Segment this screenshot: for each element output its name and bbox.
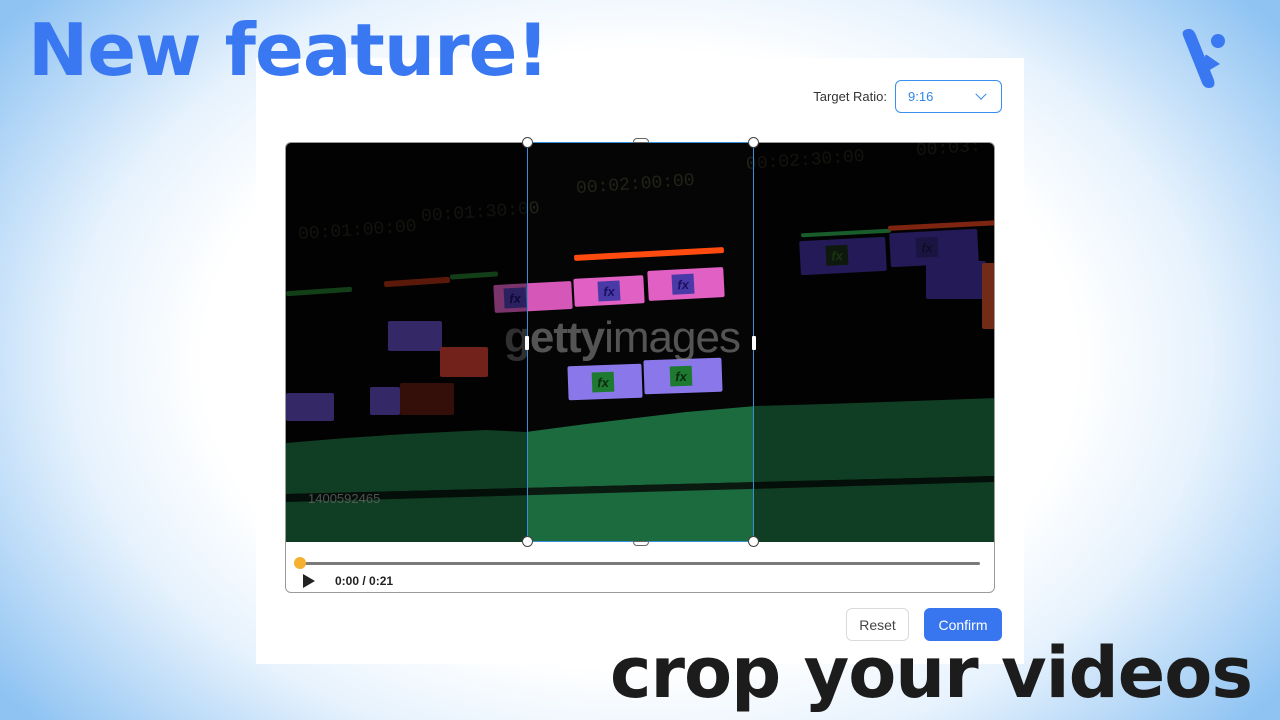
- seek-bar[interactable]: [300, 562, 980, 565]
- brand-logo-icon: [1182, 28, 1225, 88]
- player-controls: 0:00 / 0:21: [286, 542, 994, 592]
- crop-handle-right[interactable]: [752, 336, 756, 350]
- crop-handle-top[interactable]: [633, 138, 649, 143]
- target-ratio-select[interactable]: 9:16: [895, 80, 1002, 113]
- crop-handle-bottom-right[interactable]: [748, 536, 759, 547]
- time-display: 0:00 / 0:21: [335, 574, 394, 588]
- headline: New feature!: [28, 8, 549, 92]
- crop-handle-left[interactable]: [525, 336, 529, 350]
- target-ratio-value: 9:16: [908, 89, 934, 104]
- seek-thumb[interactable]: [294, 557, 306, 569]
- crop-region[interactable]: [522, 137, 759, 547]
- chevron-down-icon: [975, 88, 987, 100]
- crop-handle-top-right[interactable]: [748, 137, 759, 148]
- crop-dim-left: [286, 143, 527, 542]
- target-ratio-row: Target Ratio: 9:16: [813, 80, 1002, 113]
- crop-dim-right: [754, 143, 994, 542]
- crop-handle-bottom-left[interactable]: [522, 536, 533, 547]
- play-icon[interactable]: [303, 574, 315, 588]
- crop-handle-bottom[interactable]: [633, 541, 649, 546]
- crop-handle-top-left[interactable]: [522, 137, 533, 148]
- target-ratio-label: Target Ratio:: [813, 89, 887, 104]
- crop-dialog: Target Ratio: 9:16 00:01:00:00 00:01:30:…: [256, 58, 1024, 664]
- tagline: crop your videos: [610, 632, 1253, 714]
